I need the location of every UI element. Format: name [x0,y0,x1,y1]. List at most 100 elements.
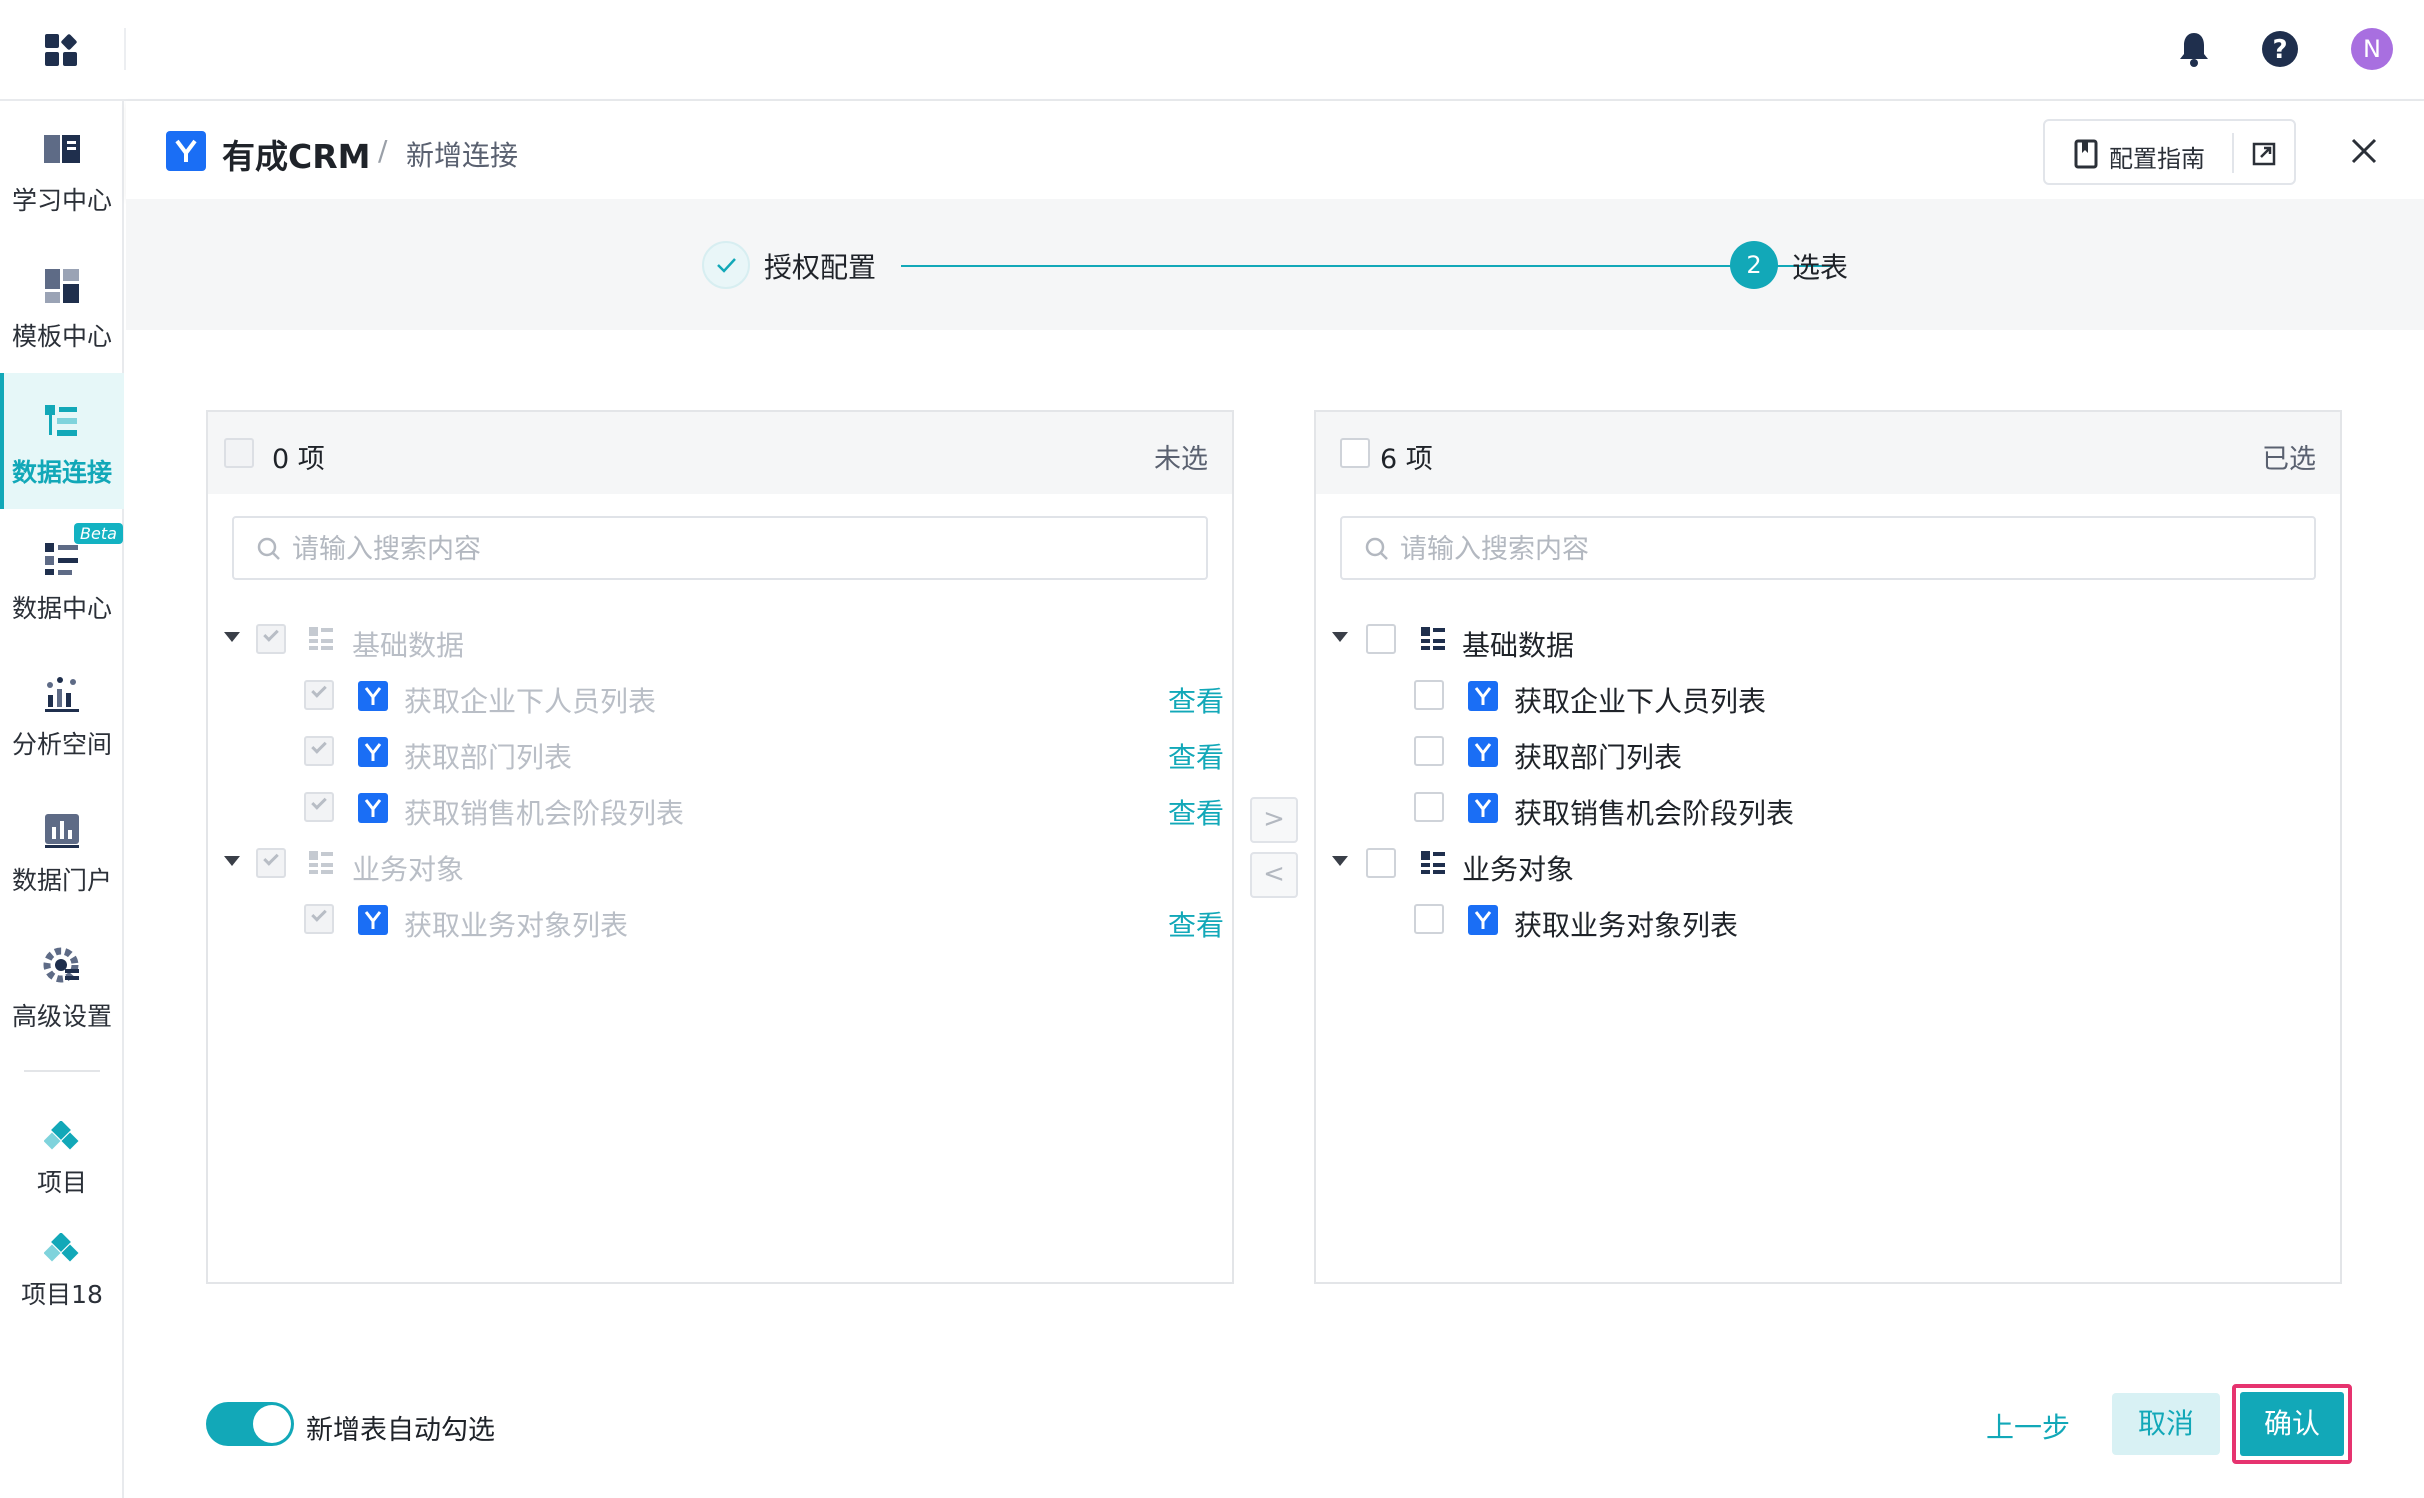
source-panel: 0 项 未选 基础数据 获取企业下人员列表 查看 获取部门列表 查看 获取销售机… [206,410,1234,1284]
top-bar: ? N [0,0,2424,101]
view-link[interactable]: 查看 [1168,792,1224,832]
group-checkbox[interactable] [1366,848,1396,878]
item-checkbox[interactable] [1414,904,1444,934]
step-done-indicator [702,241,750,289]
sidebar-item-label: 数据门户 [11,866,112,895]
sidebar-item-learning[interactable]: 学习中心 [0,101,124,237]
view-link[interactable]: 查看 [1168,904,1224,944]
project-icon [44,1233,79,1262]
view-link[interactable]: 查看 [1168,680,1224,720]
crm-source-icon [1468,905,1498,935]
sidebar-item-label: 项目 [36,1168,87,1197]
caret-down-icon[interactable] [224,856,240,866]
tree-item-row: 获取企业下人员列表 查看 [208,668,1232,724]
sidebar-item-label: 数据连接 [11,458,112,487]
grid-list-icon [309,627,333,650]
group-label: 业务对象 [1462,853,1575,886]
breadcrumb-current: 新增连接 [406,139,519,172]
help-icon[interactable]: ? [2261,30,2299,68]
sidebar-item-analysis[interactable]: 分析空间 [0,645,124,781]
sidebar-item-label: 学习中心 [11,186,112,215]
svg-text:?: ? [2272,35,2287,65]
confirm-button[interactable]: 确认 [2240,1392,2344,1456]
sidebar-item-data-center[interactable]: Beta 数据中心 [0,509,124,645]
target-panel: 6 项 已选 基础数据 获取企业下人员列表 获取部门列表 获取销售机会阶段列表 [1314,410,2342,1284]
group-label: 业务对象 [352,853,465,886]
item-checkbox[interactable] [1414,792,1444,822]
steps-bar: 授权配置 2 选表 [126,199,2424,330]
sidebar-item-settings[interactable]: 高级设置 [0,917,124,1053]
item-checkbox[interactable] [1414,736,1444,766]
close-icon[interactable] [2348,135,2380,167]
page-title: 有成CRM [222,137,371,176]
group-label: 基础数据 [352,629,465,662]
item-label: 获取部门列表 [404,741,573,774]
config-guide-button[interactable]: 配置指南 [2043,119,2296,185]
item-label: 获取业务对象列表 [404,909,629,942]
select-all-checkbox[interactable] [224,438,254,468]
item-label: 获取销售机会阶段列表 [404,797,685,830]
move-right-button[interactable]: > [1250,797,1298,843]
external-link-icon[interactable] [2251,141,2277,167]
item-checkbox[interactable] [304,680,334,710]
move-left-button[interactable]: < [1250,852,1298,898]
item-label: 获取销售机会阶段列表 [1514,797,1795,830]
group-checkbox[interactable] [256,848,286,878]
confirm-highlight: 确认 [2232,1384,2352,1464]
auto-select-toggle[interactable] [206,1402,294,1446]
crm-source-icon [1468,793,1498,823]
tree-item-row: 获取业务对象列表 [1316,892,2340,948]
settings-icon [43,947,79,983]
item-checkbox[interactable] [304,736,334,766]
project-icon [44,1121,79,1150]
button-divider [2232,133,2234,173]
check-icon [717,258,736,273]
item-label: 获取企业下人员列表 [1514,685,1767,718]
search-input[interactable] [292,528,1192,570]
group-checkbox[interactable] [256,624,286,654]
avatar[interactable]: N [2351,28,2393,70]
caret-down-icon[interactable] [1332,632,1348,642]
book-icon [44,135,80,163]
grid-list-icon [1421,851,1445,874]
cancel-button[interactable]: 取消 [2112,1393,2220,1455]
tree-item-row: 获取销售机会阶段列表 [1316,780,2340,836]
template-icon [45,269,79,303]
panel-header: 0 项 未选 [208,412,1232,494]
tree-item-row: 获取部门列表 查看 [208,724,1232,780]
portal-icon [45,814,79,848]
caret-down-icon[interactable] [224,632,240,642]
sidebar-item-label: 数据中心 [11,594,112,623]
tree-group-row: 基础数据 [1316,612,2340,668]
item-label: 获取业务对象列表 [1514,909,1739,942]
select-all-checkbox[interactable] [1340,438,1370,468]
sidebar-item-data-connect[interactable]: 数据连接 [0,373,124,509]
tree-item-row: 获取销售机会阶段列表 查看 [208,780,1232,836]
previous-step-button[interactable]: 上一步 [1986,1406,2070,1446]
crm-source-icon [358,905,388,935]
sidebar-item-project[interactable]: 项目 [0,1111,124,1221]
item-count: 0 项 [272,444,325,475]
sidebar-item-project-18[interactable]: 项目18 [0,1223,124,1333]
toggle-knob [253,1405,291,1443]
step-current-indicator: 2 [1730,241,1778,289]
item-checkbox[interactable] [1414,680,1444,710]
item-checkbox[interactable] [304,904,334,934]
sidebar-item-portal[interactable]: 数据门户 [0,781,124,917]
step-label-auth: 授权配置 [764,251,877,284]
grid-list-icon [309,851,333,874]
search-input[interactable] [1400,528,2300,570]
tree-group-row: 基础数据 [208,612,1232,668]
view-link[interactable]: 查看 [1168,736,1224,776]
bell-icon[interactable] [2176,30,2212,68]
analysis-icon [45,677,79,712]
caret-down-icon[interactable] [1332,856,1348,866]
panel-header: 6 项 已选 [1316,412,2340,494]
sidebar-divider [24,1070,100,1072]
item-checkbox[interactable] [304,792,334,822]
crm-source-icon [1468,737,1498,767]
apps-grid-icon[interactable] [44,32,80,68]
crm-source-icon [358,737,388,767]
group-checkbox[interactable] [1366,624,1396,654]
sidebar-item-templates[interactable]: 模板中心 [0,237,124,373]
